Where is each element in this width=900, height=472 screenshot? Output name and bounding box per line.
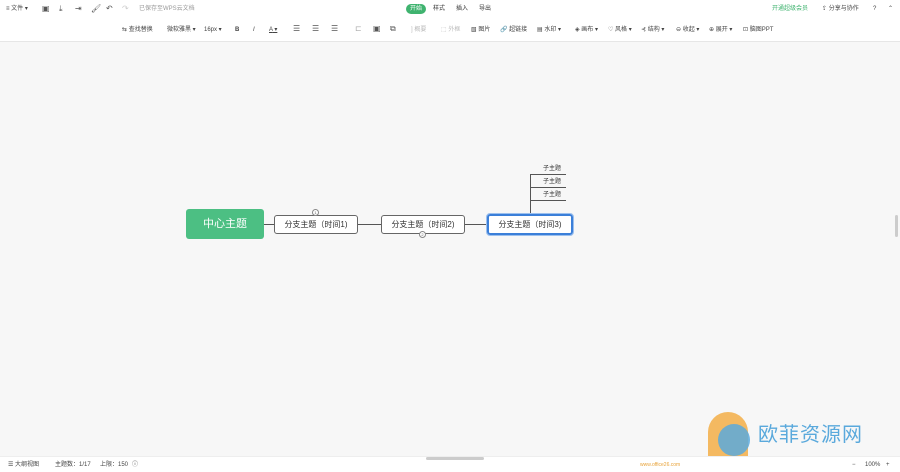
connector <box>530 174 531 215</box>
tab-start[interactable]: 开始 <box>406 4 427 14</box>
share-label: 分享与协作 <box>828 6 859 12</box>
ppt-button[interactable]: ⊡ 脑图PPT <box>743 25 773 35</box>
size-select[interactable]: 16px ▾ <box>204 25 222 35</box>
italic-button[interactable]: I <box>253 25 255 35</box>
summary-button[interactable]: ] 概要 <box>411 25 426 35</box>
insert-parent-icon[interactable]: ⧉ <box>390 24 396 34</box>
horizontal-scrollbar[interactable] <box>426 457 484 460</box>
connector <box>357 224 381 225</box>
toolbar: ⇆ 查找替换 微软雅黑 ▾ 16px ▾ B I A ▾ ☰ ☰ ☰ ⊏ ▣ ⧉… <box>0 18 900 42</box>
find-replace-button[interactable]: ⇆ 查找替换 <box>122 25 153 35</box>
connector <box>530 174 566 175</box>
align-right-icon[interactable]: ☰ <box>331 24 338 34</box>
topic-count: 主题数：1/17 <box>55 462 91 468</box>
summary-label: 概要 <box>414 27 427 33</box>
image-button[interactable]: ▧ 图片 <box>471 25 490 35</box>
zoom-level[interactable]: 100% <box>865 460 880 470</box>
font-color-label: A <box>269 27 273 33</box>
collapse-label: 收起 <box>682 27 695 33</box>
subtopic[interactable]: 子主题 <box>543 178 561 186</box>
collapse-badge[interactable]: 2 <box>419 231 426 238</box>
insert-sibling-icon[interactable]: ▣ <box>373 24 381 34</box>
insert-child-icon[interactable]: ⊏ <box>355 24 362 34</box>
font-value: 微软雅黑 <box>167 27 192 33</box>
connector <box>530 200 566 201</box>
title-bar: ≡ 文件 ▾ ▣ ⤓ ⇥ 🖌 ↶ ↷ 已保存至WPS云文档 开始 样式 插入 导… <box>0 0 900 18</box>
watermark-label: 水印 <box>544 27 557 33</box>
watermark-button[interactable]: ▤ 水印 ▾ <box>537 25 561 35</box>
undo-icon[interactable]: ↶ <box>106 4 113 14</box>
download-icon[interactable]: ⤓ <box>59 4 63 14</box>
canvas-label: 画布 <box>581 27 594 33</box>
zoom-in-button[interactable]: + <box>886 460 890 470</box>
status-bar: ☰ 大纲视图 主题数：1/17 上限：150 ⓘ www.office26.co… <box>0 456 900 472</box>
align-center-icon[interactable]: ☰ <box>312 24 319 34</box>
collapse-icon[interactable]: ⌃ <box>888 4 893 14</box>
format-painter-icon[interactable]: 🖌 <box>91 4 101 14</box>
style-button[interactable]: ♡ 风格 ▾ <box>608 25 632 35</box>
frame-button[interactable]: ⬚ 外框 <box>441 25 460 35</box>
outline-label: 大纲视图 <box>15 462 40 468</box>
subtopic[interactable]: 子主题 <box>543 165 561 173</box>
central-topic[interactable]: 中心主题 <box>186 209 264 239</box>
vertical-scrollbar[interactable] <box>895 215 898 237</box>
file-menu[interactable]: ≡ 文件 ▾ <box>6 4 28 14</box>
subtopic[interactable]: 子主题 <box>543 191 561 199</box>
link-button[interactable]: 🔗 超链接 <box>500 25 527 35</box>
structure-button[interactable]: ⊰ 结构 ▾ <box>641 25 664 35</box>
share-button[interactable]: ⇪ 分享与协作 <box>822 4 859 14</box>
size-value: 16px <box>204 27 218 33</box>
export-icon[interactable]: ⇥ <box>75 4 82 14</box>
ppt-label: 脑图PPT <box>749 27 774 33</box>
save-status: 已保存至WPS云文档 <box>139 6 195 12</box>
canvas-button[interactable]: ◈ 画布 ▾ <box>575 25 598 35</box>
expand-button[interactable]: ⊕ 展开 ▾ <box>709 25 732 35</box>
vip-link[interactable]: 开通超级会员 <box>772 4 808 14</box>
tab-insert[interactable]: 插入 <box>452 4 472 14</box>
connector <box>464 224 487 225</box>
find-label: 查找替换 <box>128 27 153 33</box>
branch-topic-1[interactable]: 分支主题（时间1) <box>274 215 358 234</box>
bold-button[interactable]: B <box>235 25 239 35</box>
font-select[interactable]: 微软雅黑 ▾ <box>167 25 196 35</box>
structure-label: 结构 <box>647 27 660 33</box>
watermark-logo: 欧菲资源网 <box>700 410 900 456</box>
tab-export[interactable]: 导出 <box>475 4 495 14</box>
save-icon[interactable]: ▣ <box>42 4 50 14</box>
redo-icon[interactable]: ↷ <box>122 4 129 14</box>
expand-label: 展开 <box>715 27 728 33</box>
help-button[interactable]: ? <box>873 4 876 14</box>
outline-view-button[interactable]: ☰ 大纲视图 <box>8 460 39 470</box>
branch-topic-3-selected[interactable]: 分支主题（时间3) <box>486 213 574 236</box>
info-icon[interactable]: ⓘ <box>132 460 138 470</box>
style-label: 风格 <box>615 27 628 33</box>
align-left-icon[interactable]: ☰ <box>293 24 300 34</box>
collapse-button[interactable]: ⊖ 收起 ▾ <box>676 25 699 35</box>
zoom-out-button[interactable]: − <box>852 460 856 470</box>
frame-label: 外框 <box>448 27 461 33</box>
collapse-badge[interactable]: 1 <box>312 209 319 216</box>
file-label: 文件 <box>11 6 24 12</box>
font-color-button[interactable]: A ▾ <box>269 25 277 35</box>
tab-style[interactable]: 样式 <box>429 4 449 14</box>
connector <box>530 187 566 188</box>
watermark-url: www.office26.com <box>640 462 681 468</box>
link-label: 超链接 <box>509 27 528 33</box>
connector <box>264 224 274 225</box>
topic-limit: 上限：150 <box>100 462 129 468</box>
image-label: 图片 <box>478 27 491 33</box>
